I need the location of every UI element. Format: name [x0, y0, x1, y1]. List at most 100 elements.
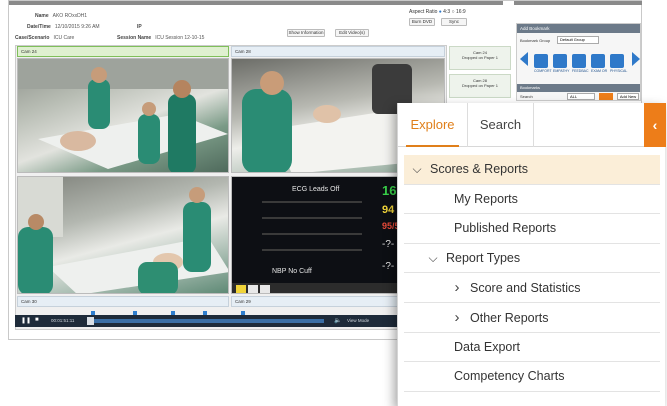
- group-label: Bookmark Group: [520, 38, 551, 43]
- cam-info-box-1[interactable]: Cam 24 Dropped on Paper 1: [449, 46, 511, 70]
- cam-label: Cam 29: [235, 299, 251, 304]
- session-value: ICU Session 12-10-15: [155, 35, 205, 41]
- svg-text:-?-: -?-: [382, 261, 394, 272]
- name-value: AKO ROxxDH1: [52, 13, 88, 19]
- collapse-panel-button[interactable]: ‹: [644, 103, 666, 147]
- datetime-label: Date/Time: [27, 24, 51, 30]
- chevron-right-icon: ›: [454, 308, 460, 326]
- aspect-opt1: 4:3: [443, 9, 451, 15]
- time-display: 00:01:51:11: [51, 318, 75, 323]
- camera-feed-1[interactable]: [17, 58, 229, 173]
- menu-item-my-reports[interactable]: My Reports: [404, 185, 660, 215]
- stop-button[interactable]: ■: [35, 317, 39, 323]
- chevron-down-icon: ⌵: [412, 162, 422, 176]
- bookmark-marker[interactable]: [133, 311, 137, 315]
- cam-header-1[interactable]: Cam 24: [17, 46, 229, 57]
- menu-item-label: Scores & Reports: [430, 162, 528, 176]
- filter-select[interactable]: ALL: [567, 93, 595, 100]
- comfort-icon[interactable]: [534, 54, 548, 68]
- ip-label: IP: [137, 24, 142, 30]
- prev-arrow-icon[interactable]: [520, 52, 528, 66]
- volume-icon[interactable]: 🔈: [334, 317, 341, 324]
- empathy-icon[interactable]: [553, 54, 567, 68]
- box-sub: Dropped on Paper 1: [461, 83, 499, 88]
- menu-item-competency-charts[interactable]: Competency Charts: [404, 362, 660, 392]
- cam-label: Cam 24: [21, 49, 37, 54]
- icon-label: EXAM OR: [591, 69, 608, 73]
- svg-text:-?-: -?-: [382, 239, 394, 250]
- aspect-ratio: Aspect Ratio ● 4:3 ○ 16:9: [409, 9, 466, 15]
- tab-search[interactable]: Search: [468, 103, 534, 147]
- header-bar-right: [514, 1, 642, 5]
- name-label: Name: [35, 13, 49, 19]
- header-bar: [9, 1, 503, 5]
- menu-item-scores-reports[interactable]: ⌵ Scores & Reports: [404, 155, 660, 185]
- panel-tabs: Explore Search ‹: [398, 103, 666, 147]
- next-arrow-icon[interactable]: [632, 52, 640, 66]
- seek-bar[interactable]: [89, 319, 324, 323]
- menu-item-published-reports[interactable]: Published Reports: [404, 214, 660, 244]
- chevron-down-icon: ⌵: [428, 250, 438, 265]
- cam1-scene: [18, 59, 228, 172]
- case-label: Case/Scenario: [15, 35, 50, 41]
- explore-menu: ⌵ Scores & Reports My Reports Published Rep…: [404, 155, 660, 392]
- explore-panel: Explore Search ‹ ⌵ Scores & Reports My Rep…: [397, 103, 666, 406]
- bookmark-marker[interactable]: [203, 311, 207, 315]
- menu-item-label: Published Reports: [454, 221, 557, 236]
- cam3-scene: [18, 177, 228, 293]
- camera-feed-3[interactable]: [17, 176, 229, 294]
- icon-label: FEEDBAC: [572, 69, 589, 73]
- menu-item-other-reports[interactable]: › Other Reports: [404, 303, 660, 333]
- menu-item-label: Data Export: [454, 339, 521, 354]
- menu-item-label: Score and Statistics: [470, 281, 581, 296]
- edit-videos-button[interactable]: Edit Video(s): [335, 29, 369, 37]
- cam-label: Cam 28: [235, 49, 251, 54]
- add-new-button[interactable]: Add New: [617, 93, 639, 100]
- group-select[interactable]: Default Group: [557, 36, 599, 44]
- cam-footer-3[interactable]: Cam 30: [17, 296, 229, 307]
- cam-info-box-2[interactable]: Cam 28 Dropped on Paper 1: [449, 74, 511, 98]
- sync-button[interactable]: Sync: [441, 18, 467, 26]
- menu-item-label: Other Reports: [470, 310, 549, 325]
- menu-item-score-and-statistics[interactable]: › Score and Statistics: [404, 273, 660, 303]
- menu-item-label: Report Types: [446, 250, 521, 265]
- chevron-left-icon: ‹: [652, 117, 658, 133]
- cam-header-2[interactable]: Cam 28: [231, 46, 445, 57]
- bookmark-marker[interactable]: [241, 311, 245, 315]
- box-sub: Dropped on Paper 1: [461, 55, 499, 60]
- chevron-right-icon: ›: [454, 279, 460, 297]
- bookmark-marker[interactable]: [91, 311, 95, 315]
- search-label: Search: [520, 94, 533, 99]
- spo2-value: 94: [382, 204, 395, 216]
- bookmarks-header: Bookmarks: [517, 84, 640, 92]
- burn-dvd-button[interactable]: Burn DVD: [409, 18, 435, 26]
- exam-icon[interactable]: [591, 54, 605, 68]
- case-value: ICU Care: [53, 35, 75, 41]
- nbp-text: NBP No Cuff: [272, 268, 312, 275]
- session-label: Session Name: [117, 35, 152, 41]
- icon-label: PHYSICAL: [610, 69, 628, 73]
- menu-item-label: My Reports: [454, 191, 518, 206]
- icon-label: COMFORT: [534, 69, 552, 73]
- bookmark-header: Add Bookmark: [517, 24, 640, 33]
- search-go-button[interactable]: [599, 93, 613, 100]
- datetime-value: 12/10/2015 9:26 AM: [54, 24, 100, 30]
- session-info: Name AKO ROxxDH1 Date/Time 12/10/2015 9:26…: [9, 6, 475, 41]
- view-mode-label[interactable]: View Mode: [347, 318, 369, 323]
- aspect-opt2: 16:9: [455, 9, 466, 15]
- physical-icon[interactable]: [610, 54, 624, 68]
- show-info-button[interactable]: Show Information: [287, 29, 325, 37]
- ecg-text: ECG Leads Off: [292, 186, 339, 193]
- bookmark-marker[interactable]: [171, 311, 175, 315]
- icon-label: EMPATHY: [553, 69, 570, 73]
- tab-explore[interactable]: Explore: [398, 103, 468, 147]
- cam-label: Cam 30: [21, 299, 37, 304]
- seek-handle[interactable]: [87, 317, 94, 325]
- menu-item-data-export[interactable]: Data Export: [404, 333, 660, 363]
- add-bookmark-panel: Add Bookmark Bookmark Group Default Grou…: [516, 23, 641, 101]
- feedback-icon[interactable]: [572, 54, 586, 68]
- menu-item-label: Competency Charts: [454, 369, 565, 384]
- aspect-label: Aspect Ratio: [409, 9, 438, 15]
- pause-button[interactable]: ❚❚: [21, 317, 31, 324]
- menu-item-report-types[interactable]: ⌵ Report Types: [404, 244, 660, 274]
